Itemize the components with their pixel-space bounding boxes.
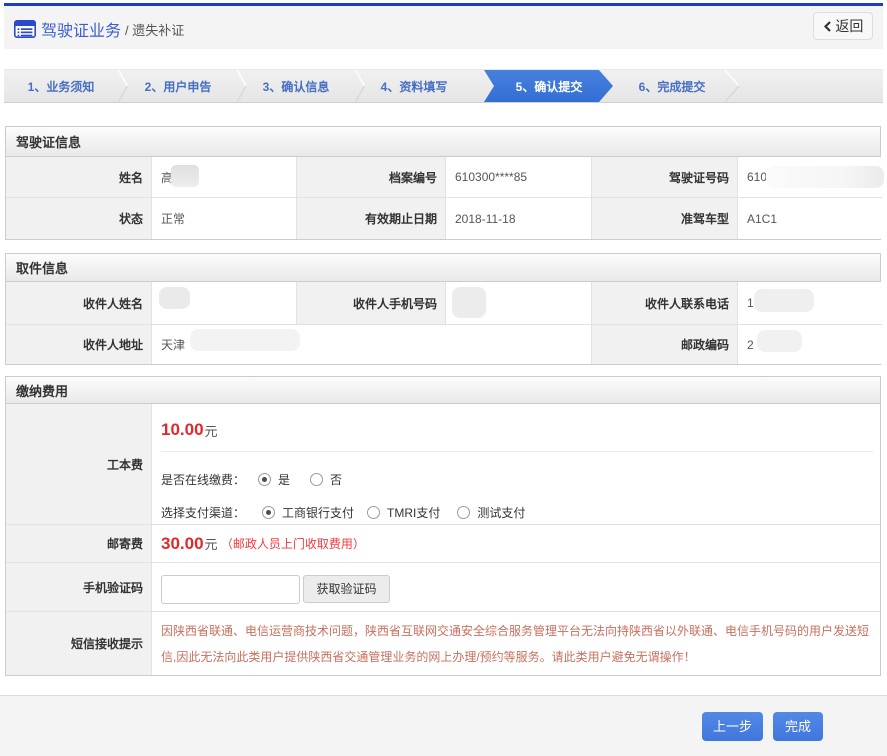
svg-text:1、业务须知: 1、业务须知 (28, 79, 95, 94)
svg-text:5、确认提交: 5、确认提交 (516, 79, 583, 94)
svg-text:3、确认信息: 3、确认信息 (263, 79, 330, 94)
svg-text:6、完成提交: 6、完成提交 (639, 79, 706, 94)
svg-text:2、用户申告: 2、用户申告 (145, 79, 212, 94)
svg-text:4、资料填写: 4、资料填写 (381, 79, 448, 94)
